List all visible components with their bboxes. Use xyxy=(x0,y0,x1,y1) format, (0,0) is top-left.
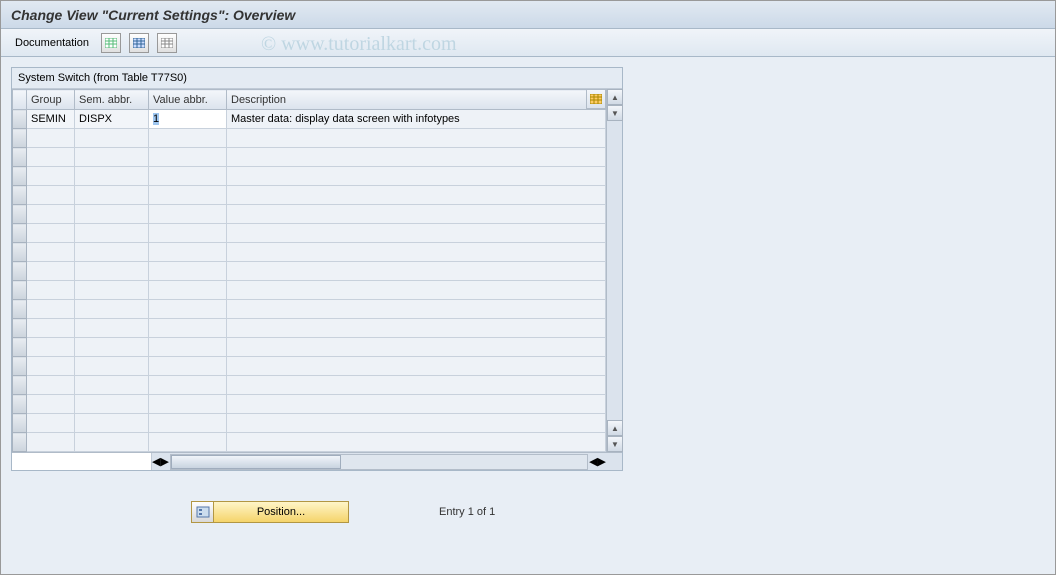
row-selector[interactable] xyxy=(13,357,27,376)
table-config-icon xyxy=(590,94,602,104)
table-row[interactable]: SEMINDISPX Master data: display data scre… xyxy=(13,110,606,129)
col-selector-header[interactable] xyxy=(13,90,27,110)
row-selector[interactable] xyxy=(13,376,27,395)
vertical-scrollbar[interactable]: ▲ ▼ ▲ ▼ xyxy=(606,89,622,452)
hscroll-left-end[interactable]: ◀ xyxy=(589,455,597,468)
row-selector[interactable] xyxy=(13,338,27,357)
entry-counter: Entry 1 of 1 xyxy=(439,506,495,518)
row-selector[interactable] xyxy=(13,148,27,167)
horizontal-scrollbar-row: ◀ ▶ ◀ ▶ xyxy=(12,452,622,470)
col-group-header[interactable]: Group xyxy=(27,90,75,110)
table-row-empty xyxy=(13,433,606,452)
row-selector[interactable] xyxy=(13,167,27,186)
row-selector[interactable] xyxy=(13,433,27,452)
row-selector[interactable] xyxy=(13,414,27,433)
documentation-button[interactable]: Documentation xyxy=(11,35,93,51)
settings-table: Group Sem. abbr. Value abbr. Description… xyxy=(12,89,606,452)
table-row-empty xyxy=(13,414,606,433)
table-row-empty xyxy=(13,262,606,281)
value-input[interactable] xyxy=(153,113,222,125)
row-selector[interactable] xyxy=(13,110,27,129)
table-row-empty xyxy=(13,243,606,262)
table-deselect-icon xyxy=(161,38,173,48)
grid-panel: System Switch (from Table T77S0) Group S… xyxy=(11,67,623,471)
position-button[interactable]: Position... xyxy=(191,501,349,523)
cell-sem: DISPX xyxy=(75,110,149,129)
position-icon xyxy=(192,502,214,522)
table-row-empty xyxy=(13,205,606,224)
table-row-empty xyxy=(13,148,606,167)
cell-group: SEMIN xyxy=(27,110,75,129)
row-selector[interactable] xyxy=(13,224,27,243)
table-select-icon xyxy=(133,38,145,48)
title-bar: Change View "Current Settings": Overview xyxy=(1,1,1055,29)
table-row-empty xyxy=(13,376,606,395)
row-selector[interactable] xyxy=(13,395,27,414)
page-title: Change View "Current Settings": Overview xyxy=(11,7,295,23)
table-row-empty xyxy=(13,129,606,148)
hscroll-right-end[interactable]: ▶ xyxy=(598,455,606,468)
row-selector[interactable] xyxy=(13,319,27,338)
scroll-up-arrow[interactable]: ▲ xyxy=(607,89,623,105)
row-selector[interactable] xyxy=(13,300,27,319)
table-row-empty xyxy=(13,395,606,414)
col-desc-header[interactable]: Description xyxy=(227,90,606,110)
table-grid-icon xyxy=(105,38,117,48)
hscroll-left-start[interactable]: ◀ xyxy=(152,455,160,468)
hscroll-right-start[interactable]: ▶ xyxy=(160,455,168,468)
hscroll-track[interactable] xyxy=(170,454,588,470)
scroll-down-arrow[interactable]: ▼ xyxy=(607,105,623,121)
table-row-empty xyxy=(13,224,606,243)
cell-value[interactable] xyxy=(149,110,227,129)
row-selector[interactable] xyxy=(13,205,27,224)
table-row-empty xyxy=(13,186,606,205)
toolbar: Documentation xyxy=(1,29,1055,57)
hscroll-thumb[interactable] xyxy=(171,455,341,469)
row-selector[interactable] xyxy=(13,281,27,300)
table-row-empty xyxy=(13,281,606,300)
grid-caption: System Switch (from Table T77S0) xyxy=(12,68,622,89)
col-value-header[interactable]: Value abbr. xyxy=(149,90,227,110)
toolbar-icon-1[interactable] xyxy=(101,33,121,53)
cell-desc: Master data: display data screen with in… xyxy=(227,110,606,129)
row-selector[interactable] xyxy=(13,243,27,262)
row-selector[interactable] xyxy=(13,129,27,148)
row-selector[interactable] xyxy=(13,186,27,205)
scroll-up-arrow-bottom[interactable]: ▲ xyxy=(607,420,623,436)
table-row-empty xyxy=(13,357,606,376)
table-row-empty xyxy=(13,319,606,338)
table-row-empty xyxy=(13,338,606,357)
col-sem-header[interactable]: Sem. abbr. xyxy=(75,90,149,110)
table-settings-button[interactable] xyxy=(586,89,606,109)
toolbar-icon-2[interactable] xyxy=(129,33,149,53)
table-row-empty xyxy=(13,300,606,319)
scroll-down-arrow-bottom[interactable]: ▼ xyxy=(607,436,623,452)
table-row-empty xyxy=(13,167,606,186)
toolbar-icon-3[interactable] xyxy=(157,33,177,53)
position-button-label: Position... xyxy=(214,506,348,518)
row-selector[interactable] xyxy=(13,262,27,281)
